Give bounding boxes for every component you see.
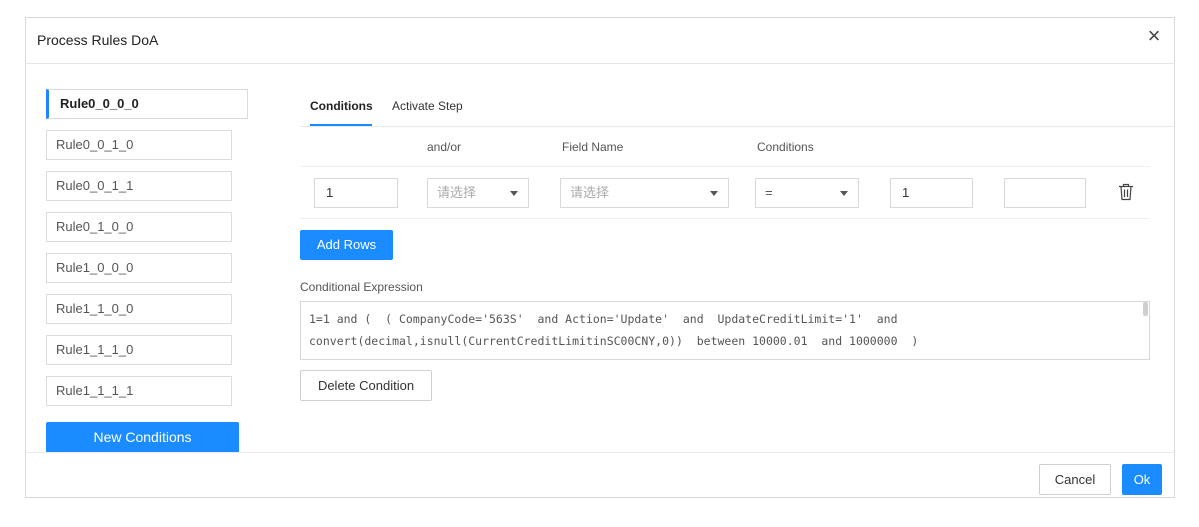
add-rows-button[interactable]: Add Rows	[300, 230, 393, 260]
chevron-down-icon	[840, 191, 848, 196]
row-divider	[300, 166, 1150, 167]
tab-divider	[300, 126, 1174, 127]
tab-active-indicator	[310, 124, 372, 126]
field-name-placeholder: 请选择	[570, 185, 610, 200]
footer-divider	[26, 452, 1174, 453]
expression-scrollbar[interactable]	[1143, 302, 1148, 316]
trash-icon[interactable]	[1118, 183, 1134, 201]
rule-item-rule0-0-1-1[interactable]: Rule0_0_1_1	[46, 171, 232, 201]
column-header-conditions: Conditions	[757, 140, 814, 154]
close-icon[interactable]: ×	[1144, 25, 1164, 47]
expression-line-1: 1=1 and ( ( CompanyCode='563S' and Actio…	[309, 312, 898, 326]
operator-select[interactable]: =	[755, 178, 859, 208]
column-header-and-or: and/or	[427, 140, 462, 154]
expression-line-2: convert(decimal,isnull(CurrentCreditLimi…	[309, 334, 919, 348]
dialog-title: Process Rules DoA	[37, 32, 159, 48]
delete-condition-button[interactable]: Delete Condition	[300, 370, 432, 401]
rule-item-rule0-1-0-0[interactable]: Rule0_1_0_0	[46, 212, 232, 242]
rule-item-rule1-1-0-0[interactable]: Rule1_1_0_0	[46, 294, 232, 324]
dialog-header: Process Rules DoA ×	[26, 18, 1174, 64]
rule-item-rule0-0-0-0[interactable]: Rule0_0_0_0	[46, 89, 248, 119]
rule-item-rule1-0-0-0[interactable]: Rule1_0_0_0	[46, 253, 232, 283]
and-or-select[interactable]: 请选择	[427, 178, 529, 208]
tab-conditions[interactable]: Conditions	[310, 99, 373, 113]
ok-button[interactable]: Ok	[1122, 464, 1162, 495]
chevron-down-icon	[510, 191, 518, 196]
condition-value-input[interactable]: 1	[890, 178, 973, 208]
row-divider	[300, 218, 1150, 219]
tab-activate-step[interactable]: Activate Step	[392, 99, 463, 113]
operator-value: =	[765, 185, 773, 200]
rule-item-rule1-1-1-0[interactable]: Rule1_1_1_0	[46, 335, 232, 365]
field-name-select[interactable]: 请选择	[560, 178, 729, 208]
chevron-down-icon	[710, 191, 718, 196]
condition-value2-input[interactable]	[1004, 178, 1086, 208]
rule-item-rule0-0-1-0[interactable]: Rule0_0_1_0	[46, 130, 232, 160]
column-header-field-name: Field Name	[562, 140, 624, 154]
and-or-placeholder: 请选择	[437, 185, 477, 200]
process-rules-dialog: Process Rules DoA × Rule0_0_0_0 Rule0_0_…	[25, 17, 1175, 498]
row-index-input[interactable]: 1	[314, 178, 398, 208]
conditional-expression-textarea[interactable]: 1=1 and ( ( CompanyCode='563S' and Actio…	[300, 301, 1150, 360]
conditional-expression-label: Conditional Expression	[300, 280, 423, 294]
cancel-button[interactable]: Cancel	[1039, 464, 1111, 495]
rule-item-rule1-1-1-1[interactable]: Rule1_1_1_1	[46, 376, 232, 406]
new-conditions-button[interactable]: New Conditions	[46, 422, 239, 453]
